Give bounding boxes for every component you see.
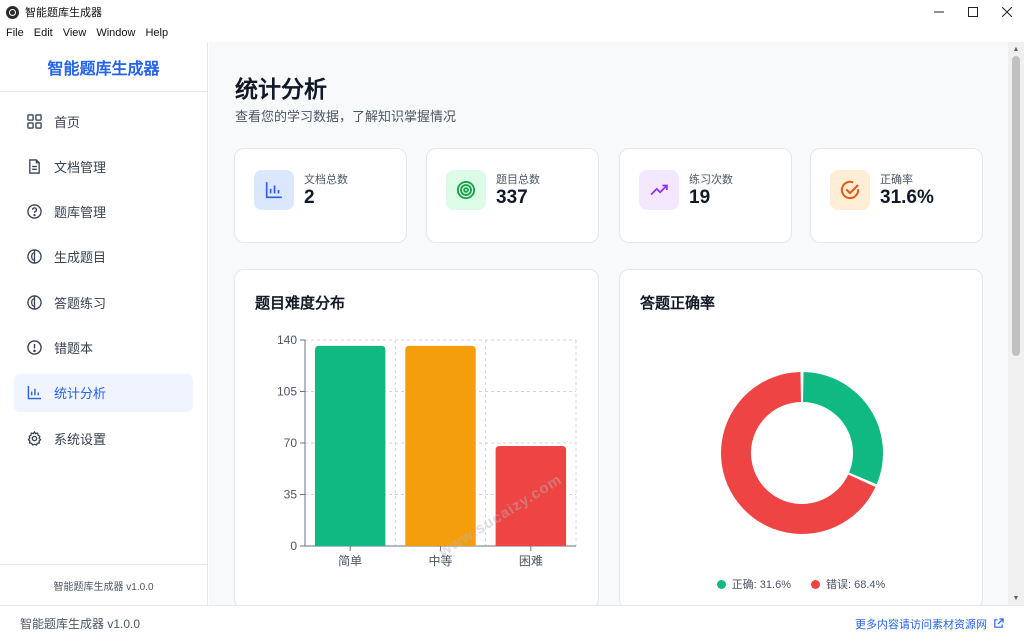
sidebar-item-label: 统计分析 — [54, 386, 107, 402]
external-link-icon — [994, 618, 1004, 628]
window-controls — [922, 0, 1024, 24]
stat-label: 题目总数 — [496, 174, 540, 186]
legend-dot — [811, 579, 820, 589]
window-title: 智能题库生成器 — [25, 7, 102, 19]
page-subtitle: 查看您的学习数据，了解知识掌握情况 — [235, 109, 457, 124]
stat-card-accuracy: 正确率 31.6% — [810, 148, 983, 243]
scroll-down-icon[interactable]: ▼ — [1008, 591, 1024, 605]
target-icon — [446, 170, 486, 210]
vertical-scrollbar[interactable]: ▲ ▼ — [1008, 42, 1024, 605]
menu-help[interactable]: Help — [140, 27, 173, 39]
y-tick-label: 140 — [277, 333, 297, 347]
chart-legend: 正确: 31.6% 错误: 68.4% — [620, 576, 982, 592]
maximize-button[interactable] — [956, 0, 990, 24]
dashboard-icon — [26, 113, 42, 129]
legend-label: 错误: 68.4% — [826, 579, 886, 591]
scroll-up-icon[interactable]: ▲ — [1008, 42, 1024, 56]
stat-value: 31.6% — [880, 187, 934, 208]
menu-window[interactable]: Window — [91, 27, 140, 39]
sidebar-item-settings[interactable]: 系统设置 — [14, 419, 193, 457]
stat-value: 337 — [496, 187, 528, 208]
accuracy-chart-panel: 答题正确率 正确: 31.6% 错误: 68.4% — [619, 269, 983, 605]
scrollbar-thumb[interactable] — [1012, 56, 1020, 356]
sidebar-nav: 首页 文档管理 题库管理 生成题目 答题练习 错题本 统计分析 系统设置 — [0, 92, 207, 474]
bar-简单 — [314, 345, 386, 546]
x-tick-label: 简单 — [338, 554, 362, 568]
y-tick-label: 70 — [284, 436, 298, 450]
sidebar-item-label: 错题本 — [54, 340, 94, 356]
app-icon — [6, 5, 19, 19]
bar-chart-icon — [254, 170, 294, 210]
minimize-button[interactable] — [922, 0, 956, 24]
stat-label: 正确率 — [880, 174, 913, 186]
sidebar-item-generate[interactable]: 生成题目 — [14, 238, 193, 276]
stat-value: 2 — [304, 187, 315, 208]
brain-icon — [26, 294, 42, 310]
gear-icon — [26, 430, 42, 446]
sidebar-version: 智能题库生成器 v1.0.0 — [0, 564, 207, 605]
sidebar-item-label: 首页 — [54, 114, 81, 130]
minimize-icon — [934, 11, 944, 13]
close-button[interactable] — [990, 0, 1024, 24]
stat-card-documents: 文档总数 2 — [234, 148, 407, 243]
stat-card-practice-count: 练习次数 19 — [619, 148, 792, 243]
bar-中等 — [405, 345, 476, 546]
sidebar-item-statistics[interactable]: 统计分析 — [14, 373, 193, 412]
sidebar-item-wrong-book[interactable]: 错题本 — [14, 328, 193, 366]
sidebar-item-label: 文档管理 — [54, 159, 107, 175]
difficulty-bar-chart: 03570105140简单 中等 困难 — [277, 333, 577, 568]
stat-value: 19 — [689, 187, 711, 208]
x-tick-label: 困难 — [519, 554, 543, 568]
title-bar: 智能题库生成器 — [0, 0, 1024, 24]
menu-file[interactable]: File — [0, 27, 29, 39]
sidebar-item-home[interactable]: 首页 — [14, 102, 193, 140]
check-circle-icon — [830, 170, 870, 210]
y-tick-label: 0 — [290, 539, 297, 553]
legend-item-correct[interactable]: 正确: 31.6% — [716, 576, 791, 592]
sidebar-brand: 智能题库生成器 — [0, 42, 207, 92]
document-icon — [26, 158, 42, 174]
resource-link-label: 更多内容请访问素材资源网 — [855, 618, 987, 631]
sidebar-item-label: 题库管理 — [54, 205, 107, 221]
bar-chart-icon — [26, 385, 42, 401]
sidebar-item-practice[interactable]: 答题练习 — [14, 283, 193, 321]
maximize-icon — [968, 7, 978, 17]
stat-label: 练习次数 — [689, 174, 733, 186]
difficulty-chart-panel: 题目难度分布 0 35 70 105 140 简单 中等 困难 — [234, 269, 599, 605]
brain-icon — [26, 249, 42, 265]
status-bar: 智能题库生成器 v1.0.0 更多内容请访问素材资源网 — [0, 605, 1024, 641]
legend-item-wrong[interactable]: 错误: 68.4% — [811, 576, 885, 592]
question-circle-icon — [26, 204, 42, 220]
menu-bar: File Edit View Window Help — [0, 24, 1024, 42]
close-icon — [1002, 7, 1012, 17]
menu-edit[interactable]: Edit — [29, 27, 58, 39]
legend-dot — [716, 579, 726, 589]
y-tick-label: 35 — [284, 488, 298, 502]
trending-up-icon — [639, 170, 679, 210]
sidebar-item-label: 生成题目 — [54, 250, 107, 266]
resource-link[interactable]: 更多内容请访问素材资源网 — [855, 616, 1004, 632]
accuracy-donut-chart — [721, 372, 883, 534]
page-title: 统计分析 — [235, 76, 327, 102]
sidebar-item-documents[interactable]: 文档管理 — [14, 147, 193, 185]
sidebar-item-question-bank[interactable]: 题库管理 — [14, 193, 193, 231]
y-tick-label: 105 — [277, 385, 297, 399]
legend-label: 正确: 31.6% — [731, 579, 791, 591]
stat-card-questions: 题目总数 337 — [426, 148, 599, 243]
main-content: 统计分析 查看您的学习数据，了解知识掌握情况 文档总数 2 题目总数 337 练… — [209, 42, 1008, 605]
sidebar-item-label: 系统设置 — [54, 431, 107, 447]
sidebar: 智能题库生成器 首页 文档管理 题库管理 生成题目 答题练习 错题本 统计分析 … — [0, 42, 208, 605]
menu-view[interactable]: View — [58, 27, 92, 39]
sidebar-item-label: 答题练习 — [54, 295, 107, 311]
status-version: 智能题库生成器 v1.0.0 — [20, 617, 141, 631]
slice-正确 — [802, 372, 883, 485]
stat-label: 文档总数 — [304, 174, 348, 186]
alert-circle-icon — [26, 339, 42, 355]
